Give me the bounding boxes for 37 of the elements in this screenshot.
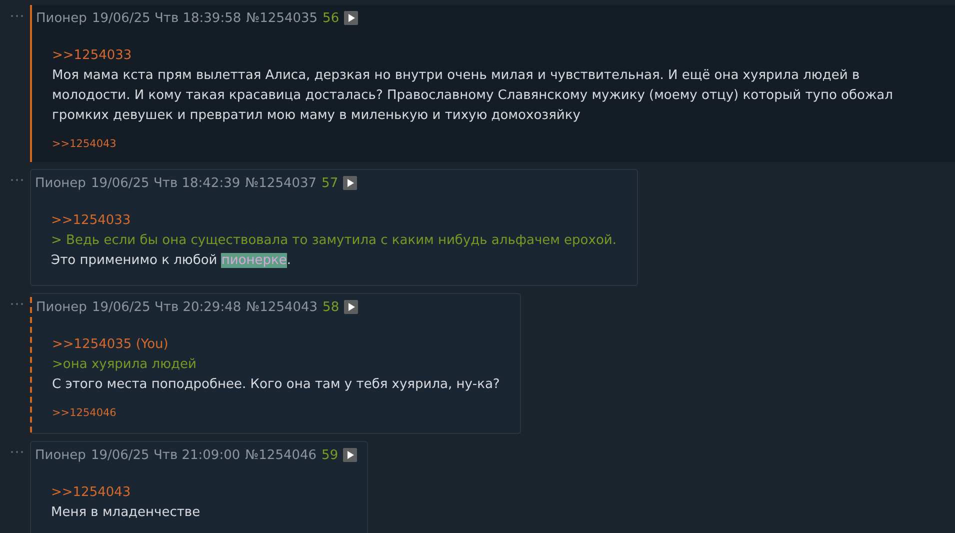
more-icon[interactable] — [10, 302, 24, 306]
post-date: 19/06/25 Чтв 18:39:58 — [92, 10, 242, 26]
author-name: Пионер — [36, 10, 87, 26]
play-icon[interactable] — [344, 300, 358, 314]
play-icon[interactable] — [343, 176, 358, 190]
play-icon[interactable] — [343, 448, 358, 462]
more-icon[interactable] — [10, 450, 24, 454]
post-text: . — [286, 253, 292, 268]
play-icon[interactable] — [344, 11, 358, 25]
post-counter: 57 — [322, 176, 338, 190]
post-date: 19/06/25 Чтв 20:29:48 — [92, 300, 242, 314]
post-text: Это применимо к любой — [51, 253, 218, 268]
post-number[interactable]: №1254037 — [245, 176, 317, 190]
author-name: Пионер — [35, 448, 86, 462]
backlink[interactable]: >>1254043 — [52, 138, 116, 150]
post-date: 19/06/25 Чтв 18:42:39 — [90, 176, 240, 190]
more-icon[interactable] — [10, 178, 24, 182]
post-text: С этого места поподробнее. Кого она там у тебя хуярила, ну-ка? — [52, 376, 500, 394]
post-number[interactable]: №1254035 — [246, 10, 318, 26]
post-counter: 58 — [322, 300, 340, 314]
author-name: Пионер — [35, 176, 86, 190]
more-icon[interactable] — [10, 14, 24, 18]
quote-text: >она хуярила людей — [52, 356, 198, 374]
post-text: Меня в младенчестве — [51, 504, 202, 522]
post-counter: 59 — [322, 448, 338, 462]
backlink[interactable]: >>1254046 — [52, 407, 116, 419]
post-date: 19/06/25 Чтв 21:09:00 — [90, 448, 240, 462]
reply-link[interactable]: >>1254035 (You) — [52, 335, 500, 355]
reply-link[interactable]: >>1254033 — [52, 46, 935, 66]
author-name: Пионер — [36, 300, 87, 314]
post-number[interactable]: №1254043 — [246, 300, 318, 314]
reply-link[interactable]: >>1254033 — [51, 211, 616, 231]
reply-link[interactable]: >>1254043 — [51, 483, 348, 503]
post-counter: 56 — [322, 10, 340, 26]
post-text: Моя мама кста прям вылеттая Алиса, дерзкая но внутри очень милая и чувствительная. И ещё она хуярила людей в молодости. И кому такая красавица досталась? Православному Славянскому мужику (моему отцу) который тупо обожал громких девушек и превратил мою маму в миленькую и тихую домохозяйку — [52, 67, 894, 125]
quote-text: > Ведь если бы она существовала то замутила с каким нибудь альфачем ерохой. — [51, 232, 616, 250]
post-number[interactable]: №1254046 — [245, 448, 317, 462]
